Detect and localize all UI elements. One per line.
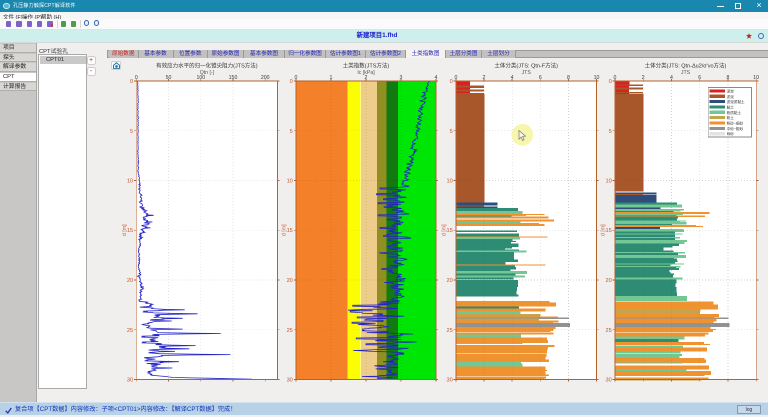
svg-text:Ic [kPa]: Ic [kPa]	[357, 70, 375, 76]
svg-text:0: 0	[450, 79, 453, 85]
svg-text:土体分类(JTS: Qtn-F方法): 土体分类(JTS: Qtn-F方法)	[494, 62, 558, 70]
svg-text:土类指数(JTS方法): 土类指数(JTS方法)	[343, 62, 390, 70]
svg-text:10: 10	[446, 179, 452, 185]
svg-text:5: 5	[609, 129, 612, 135]
svg-text:5: 5	[450, 129, 453, 135]
svg-text:10: 10	[605, 179, 611, 185]
svg-text:0: 0	[295, 75, 298, 81]
svg-text:d [m]: d [m]	[441, 224, 447, 236]
svg-text:30: 30	[287, 378, 293, 384]
svg-text:d [m]: d [m]	[600, 224, 606, 236]
svg-text:5: 5	[130, 129, 133, 135]
svg-text:3: 3	[400, 75, 403, 81]
svg-text:10: 10	[127, 179, 133, 185]
svg-text:0: 0	[135, 75, 138, 81]
svg-text:200: 200	[261, 75, 270, 81]
svg-text:0: 0	[290, 79, 293, 85]
svg-text:4: 4	[435, 75, 438, 81]
svg-text:有效应力水平的归一化锥尖阻力(JTS方法): 有效应力水平的归一化锥尖阻力(JTS方法)	[156, 62, 258, 70]
svg-text:淤泥质黏土: 淤泥质黏土	[727, 99, 745, 104]
svg-text:25: 25	[127, 328, 133, 334]
svg-text:泥炭: 泥炭	[727, 88, 735, 93]
svg-text:砾砂: 砾砂	[727, 131, 735, 136]
svg-text:20: 20	[605, 278, 611, 284]
svg-text:10: 10	[753, 75, 759, 81]
svg-text:2: 2	[642, 75, 645, 81]
svg-text:8: 8	[726, 75, 729, 81]
svg-text:10: 10	[287, 179, 293, 185]
svg-text:10: 10	[594, 75, 600, 81]
svg-text:6: 6	[539, 75, 542, 81]
svg-text:JTS: JTS	[681, 70, 691, 76]
svg-text:25: 25	[605, 328, 611, 334]
svg-text:30: 30	[127, 378, 133, 384]
svg-text:土体分类(JTS: Qtn-Δu2/σ'vo方法): 土体分类(JTS: Qtn-Δu2/σ'vo方法)	[645, 62, 727, 70]
svg-text:50: 50	[166, 75, 172, 81]
svg-text:5: 5	[290, 129, 293, 135]
svg-text:8: 8	[567, 75, 570, 81]
svg-text:4: 4	[670, 75, 673, 81]
svg-text:淤泥: 淤泥	[727, 94, 735, 99]
svg-text:粉质黏土: 粉质黏土	[727, 110, 742, 115]
svg-text:0: 0	[609, 79, 612, 85]
svg-text:30: 30	[605, 378, 611, 384]
svg-text:6: 6	[698, 75, 701, 81]
svg-text:0: 0	[130, 79, 133, 85]
svg-text:中砂~粗砂: 中砂~粗砂	[727, 126, 744, 131]
svg-text:150: 150	[229, 75, 238, 81]
svg-text:20: 20	[127, 278, 133, 284]
svg-text:20: 20	[446, 278, 452, 284]
svg-text:2: 2	[483, 75, 486, 81]
svg-text:d [m]: d [m]	[122, 224, 128, 236]
svg-text:0: 0	[613, 75, 616, 81]
svg-text:20: 20	[287, 278, 293, 284]
svg-text:粉砂~细砂: 粉砂~细砂	[727, 121, 744, 126]
svg-text:1: 1	[330, 75, 333, 81]
svg-text:粉土: 粉土	[727, 115, 735, 120]
svg-text:JTS: JTS	[522, 70, 532, 76]
svg-text:25: 25	[446, 328, 452, 334]
svg-text:d [m]: d [m]	[282, 224, 288, 236]
svg-text:25: 25	[287, 328, 293, 334]
svg-text:30: 30	[446, 378, 452, 384]
svg-text:黏土: 黏土	[727, 104, 735, 109]
svg-text:4: 4	[511, 75, 514, 81]
svg-text:0: 0	[454, 75, 457, 81]
svg-text:Qtn [-]: Qtn [-]	[200, 70, 215, 76]
